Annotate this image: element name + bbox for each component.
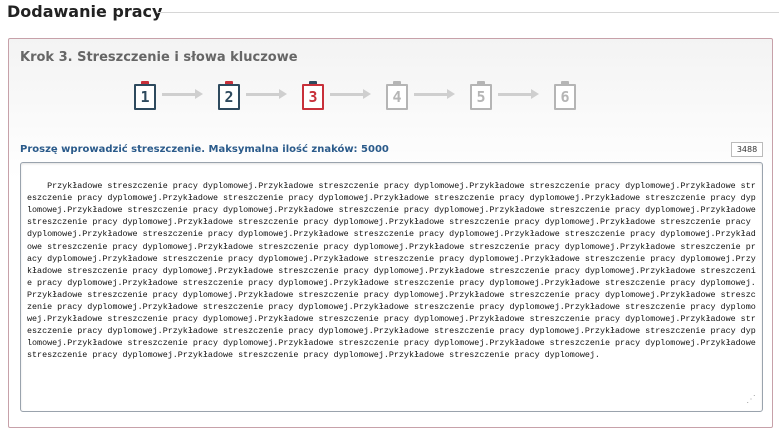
step-progress: 1 2 3 4 5 6 <box>124 81 584 111</box>
step-3-number: 3 <box>302 84 324 110</box>
step-4-number: 4 <box>386 84 408 110</box>
arrow-right-icon <box>414 89 455 99</box>
page-title: Dodawanie pracy <box>7 2 163 21</box>
step-2-clipboard-icon: 2 <box>218 81 240 110</box>
title-divider <box>157 12 779 13</box>
step-2-number: 2 <box>218 84 240 110</box>
step-4-clipboard-icon: 4 <box>386 81 408 110</box>
resize-grip-icon[interactable]: ⋰ <box>746 395 756 407</box>
abstract-hint: Proszę wprowadzić streszczenie. Maksymal… <box>20 144 389 155</box>
step-6-number: 6 <box>554 84 576 110</box>
step-5-clipboard-icon: 5 <box>470 81 492 110</box>
step-panel: Krok 3. Streszczenie i słowa kluczowe 1 … <box>8 38 773 428</box>
arrow-right-icon <box>246 89 287 99</box>
step-5-number: 5 <box>470 84 492 110</box>
arrow-right-icon <box>330 89 371 99</box>
step-1-number: 1 <box>134 84 156 110</box>
character-counter: 3488 <box>731 142 763 157</box>
step-6-clipboard-icon: 6 <box>554 81 576 110</box>
arrow-right-icon <box>498 89 539 99</box>
abstract-text: Przykładowe streszczenie pracy dyplomowe… <box>27 181 761 361</box>
step-3-clipboard-icon: 3 <box>302 81 324 110</box>
arrow-right-icon <box>162 89 203 99</box>
step-heading: Krok 3. Streszczenie i słowa kluczowe <box>20 50 298 65</box>
step-1-clipboard-icon: 1 <box>134 81 156 110</box>
abstract-textarea[interactable]: Przykładowe streszczenie pracy dyplomowe… <box>20 162 763 412</box>
